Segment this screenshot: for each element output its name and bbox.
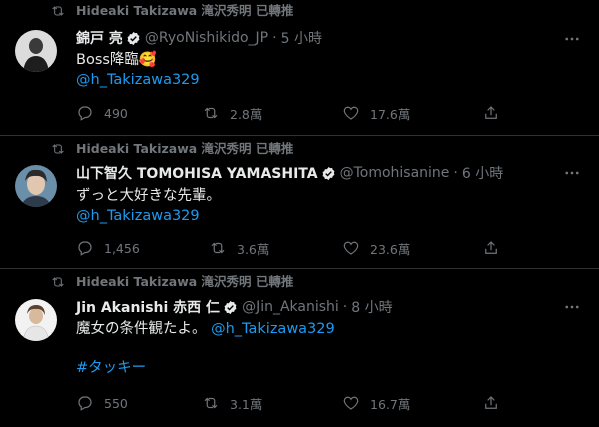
like-count: 16.7萬 (370, 396, 411, 412)
author-name[interactable]: 山下智久 TOMOHISA YAMASHITA (76, 163, 318, 183)
verified-badge-icon (224, 300, 237, 314)
share-icon (485, 241, 497, 254)
retweet-icon (52, 6, 64, 16)
tweet-header: 錦戸 亮 @RyoNishikido_JP · 5 小時 (76, 28, 322, 48)
more-icon[interactable] (563, 30, 581, 48)
mention-link[interactable]: @h_Takizawa329 (76, 206, 200, 226)
avatar[interactable] (15, 30, 57, 72)
retweet-icon (211, 242, 225, 254)
tweet-header: Jin Akanishi 赤西 仁 @Jin_Akanishi · 8 小時 (76, 297, 393, 317)
author-handle[interactable]: @Tomohisanine (340, 165, 450, 181)
like-button[interactable]: 23.6萬 (342, 238, 410, 258)
more-icon[interactable] (563, 164, 581, 182)
like-count: 17.6萬 (370, 106, 411, 122)
share-button[interactable] (482, 103, 510, 123)
tweet-actions: 490 2.8萬 17.6萬 (76, 103, 586, 123)
like-button[interactable]: 16.7萬 (342, 393, 410, 413)
tweet-time[interactable]: 5 小時 (281, 28, 322, 48)
tweet-actions: 1,456 3.6萬 23.6萬 (76, 238, 586, 258)
reply-button[interactable]: 1,456 (76, 238, 140, 258)
reply-icon (78, 241, 92, 256)
mention-link[interactable]: @h_Takizawa329 (76, 70, 200, 90)
tweet-text: ずっと大好きな先輩。 (76, 188, 221, 204)
like-count: 23.6萬 (370, 241, 411, 257)
author-handle[interactable]: @Jin_Akanishi (242, 299, 339, 315)
tweet[interactable]: Hideaki Takizawa 滝沢秀明 已轉推 Jin Akanishi 赤… (0, 269, 599, 427)
reply-button[interactable]: 490 (76, 103, 128, 123)
retweet-button[interactable]: 3.1萬 (202, 393, 262, 413)
reply-icon (78, 396, 92, 411)
verified-badge-icon (322, 166, 335, 180)
verified-badge-icon (127, 31, 140, 45)
retweeted-by-label[interactable]: Hideaki Takizawa 滝沢秀明 已轉推 (76, 3, 293, 19)
more-icon[interactable] (563, 298, 581, 316)
retweeted-by-label[interactable]: Hideaki Takizawa 滝沢秀明 已轉推 (76, 274, 293, 290)
mention-link[interactable]: @h_Takizawa329 (211, 321, 335, 337)
tweet-header: 山下智久 TOMOHISA YAMASHITA @Tomohisanine · … (76, 163, 503, 183)
retweet-icon (204, 397, 218, 409)
share-button[interactable] (482, 393, 510, 413)
retweet-button[interactable]: 2.8萬 (202, 103, 262, 123)
avatar[interactable] (15, 165, 57, 207)
separator-dot: · (272, 30, 277, 46)
retweet-icon (52, 144, 64, 154)
retweet-icon (204, 107, 218, 119)
retweeted-by-label[interactable]: Hideaki Takizawa 滝沢秀明 已轉推 (76, 141, 293, 157)
tweet-text-line: 魔女の条件観たよ。 @h_Takizawa329 (76, 319, 335, 339)
tweet-actions: 550 3.1萬 16.7萬 (76, 393, 586, 413)
reply-count: 490 (104, 105, 128, 121)
reply-button[interactable]: 550 (76, 393, 128, 413)
author-handle[interactable]: @RyoNishikido_JP (145, 30, 268, 46)
retweet-button[interactable]: 3.6萬 (209, 238, 269, 258)
like-icon (343, 241, 359, 255)
share-icon (485, 396, 497, 409)
tweet-text: 魔女の条件観たよ。 (76, 321, 207, 337)
tweet[interactable]: Hideaki Takizawa 滝沢秀明 已轉推 錦戸 亮 @RyoNishi… (0, 0, 599, 135)
author-name[interactable]: Jin Akanishi 赤西 仁 (76, 297, 220, 317)
like-icon (343, 396, 359, 410)
like-icon (343, 106, 359, 120)
like-button[interactable]: 17.6萬 (342, 103, 410, 123)
separator-dot: · (453, 165, 458, 181)
tweet-text: Boss降臨🥰 (76, 52, 157, 68)
retweet-count: 2.8萬 (230, 106, 263, 122)
retweet-count: 3.1萬 (230, 396, 263, 412)
retweet-count: 3.6萬 (237, 241, 270, 257)
share-icon (485, 106, 497, 119)
share-button[interactable] (482, 238, 510, 258)
separator-dot: · (342, 299, 348, 315)
reply-icon (78, 106, 92, 121)
tweet[interactable]: Hideaki Takizawa 滝沢秀明 已轉推 山下智久 TOMOHISA … (0, 136, 599, 268)
reply-count: 550 (104, 395, 128, 411)
retweet-icon (52, 277, 64, 287)
hashtag-link[interactable]: #タッキー (76, 358, 146, 378)
avatar[interactable] (15, 299, 57, 341)
tweet-time[interactable]: 8 小時 (351, 297, 392, 317)
author-name[interactable]: 錦戸 亮 (76, 28, 123, 48)
reply-count: 1,456 (104, 240, 140, 256)
tweet-time[interactable]: 6 小時 (462, 163, 503, 183)
